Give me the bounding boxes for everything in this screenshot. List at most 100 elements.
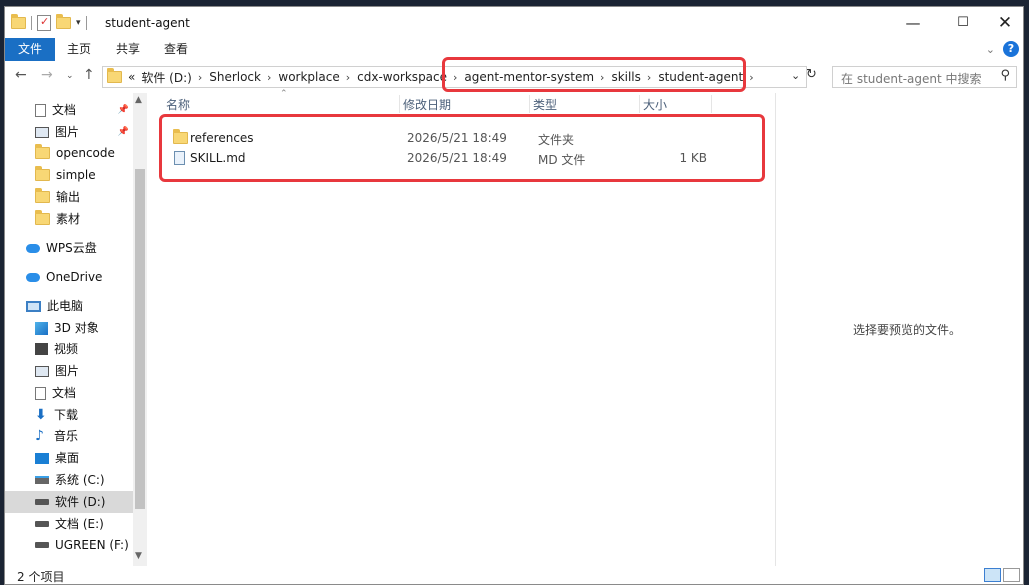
breadcrumb-sherlock[interactable]: Sherlock bbox=[209, 70, 261, 84]
nav-item-drive-f[interactable]: UGREEN (F:) bbox=[5, 534, 133, 556]
nav-item-videos[interactable]: 视频 bbox=[5, 338, 133, 360]
column-divider[interactable] bbox=[711, 95, 712, 113]
column-header-modified[interactable]: 修改日期 bbox=[403, 96, 451, 113]
nav-item-documents[interactable]: 文档 bbox=[5, 382, 133, 404]
ribbon-controls: ⌄ ? bbox=[986, 41, 1019, 57]
scrollbar-thumb[interactable] bbox=[135, 169, 145, 509]
sort-ascending-icon: ⌃ bbox=[280, 89, 288, 99]
3d-objects-icon bbox=[35, 321, 48, 335]
refresh-icon[interactable]: ↻ bbox=[806, 67, 817, 82]
tab-home[interactable]: 主页 bbox=[57, 38, 101, 61]
maximize-button[interactable]: ☐ bbox=[943, 7, 983, 38]
nav-item-label: 输出 bbox=[56, 190, 81, 204]
desktop-icon bbox=[35, 452, 49, 464]
column-divider[interactable] bbox=[639, 95, 640, 113]
nav-item-drive-e[interactable]: 文档 (E:) bbox=[5, 513, 133, 535]
tab-file[interactable]: 文件 bbox=[5, 38, 55, 61]
pin-icon: 📌 bbox=[117, 105, 129, 115]
scroll-down-icon[interactable]: ▼ bbox=[135, 551, 142, 561]
nav-item-label: 视频 bbox=[54, 342, 79, 356]
search-placeholder: 在 student-agent 中搜索 bbox=[841, 72, 982, 86]
folder-icon bbox=[35, 210, 50, 225]
column-divider[interactable] bbox=[529, 95, 530, 113]
column-header-name[interactable]: 名称 bbox=[166, 96, 190, 113]
nav-item-onedrive[interactable]: OneDrive bbox=[5, 266, 133, 288]
forward-arrow-icon[interactable]: → bbox=[41, 67, 53, 83]
column-divider[interactable] bbox=[399, 95, 400, 113]
nav-item-label: 音乐 bbox=[54, 429, 79, 443]
folder-icon bbox=[107, 68, 122, 83]
large-icons-view-icon[interactable] bbox=[1003, 568, 1020, 582]
window-title: student-agent bbox=[105, 16, 190, 30]
address-dropdown-icon[interactable]: ⌄ bbox=[791, 69, 800, 82]
nav-item-desktop[interactable]: 桌面 bbox=[5, 447, 133, 469]
column-header-size[interactable]: 大小 bbox=[643, 96, 667, 113]
drive-icon bbox=[35, 521, 49, 527]
expand-ribbon-icon[interactable]: ⌄ bbox=[986, 43, 995, 56]
status-bar: 2 个项目 bbox=[5, 566, 1023, 584]
breadcrumb-drive[interactable]: 软件 (D:) bbox=[141, 69, 191, 86]
breadcrumb-chevron-icon[interactable]: › bbox=[346, 71, 350, 84]
search-icon[interactable]: ⚲ bbox=[1000, 68, 1010, 83]
folder-icon bbox=[11, 14, 26, 29]
recent-locations-icon[interactable]: ⌄ bbox=[66, 71, 74, 81]
properties-icon[interactable] bbox=[37, 15, 51, 31]
nav-item-this-pc[interactable]: 此电脑 bbox=[5, 295, 133, 317]
nav-item-pictures[interactable]: 图片 bbox=[5, 360, 133, 382]
nav-item-label: simple bbox=[56, 168, 96, 182]
computer-icon bbox=[26, 300, 41, 312]
minimize-button[interactable]: — bbox=[893, 7, 933, 38]
help-icon[interactable]: ? bbox=[1003, 41, 1019, 57]
close-button[interactable]: ✕ bbox=[985, 7, 1023, 38]
new-folder-icon[interactable] bbox=[56, 14, 71, 29]
nav-item-label: 素材 bbox=[56, 212, 81, 226]
nav-item-label: 图片 bbox=[55, 125, 80, 139]
up-arrow-icon[interactable]: ↑ bbox=[83, 67, 95, 83]
breadcrumb-chevron-icon[interactable]: › bbox=[198, 71, 202, 84]
nav-item-drive-d[interactable]: 软件 (D:) bbox=[5, 491, 133, 513]
pictures-icon bbox=[35, 126, 49, 138]
nav-item-assets[interactable]: 素材 bbox=[5, 208, 133, 230]
nav-item-quick-documents[interactable]: 文档 📌 bbox=[5, 99, 133, 121]
explorer-window: ▾ student-agent — ☐ ✕ 文件 主页 共享 查看 ⌄ ? ← … bbox=[4, 6, 1024, 585]
tab-view[interactable]: 查看 bbox=[154, 38, 198, 61]
details-view-icon[interactable] bbox=[984, 568, 1001, 582]
back-arrow-icon[interactable]: ← bbox=[15, 67, 27, 83]
nav-item-music[interactable]: ♪ 音乐 bbox=[5, 425, 133, 447]
document-icon bbox=[35, 386, 46, 400]
nav-item-quick-pictures[interactable]: 图片 📌 bbox=[5, 121, 133, 143]
breadcrumb-cdx-workspace[interactable]: cdx-workspace bbox=[357, 70, 447, 84]
folder-icon bbox=[35, 188, 50, 203]
nav-item-label: 文档 bbox=[52, 103, 77, 117]
nav-item-wps-cloud[interactable]: WPS云盘 bbox=[5, 237, 133, 259]
cloud-icon bbox=[26, 272, 40, 282]
view-switcher bbox=[984, 568, 1020, 582]
breadcrumb-workplace[interactable]: workplace bbox=[278, 70, 339, 84]
nav-item-label: 软件 (D:) bbox=[55, 495, 106, 509]
customize-toolbar-icon[interactable]: ▾ bbox=[76, 18, 81, 28]
column-header-type[interactable]: 类型 bbox=[533, 96, 557, 113]
folder-icon bbox=[35, 166, 50, 181]
nav-item-label: opencode bbox=[56, 146, 115, 160]
nav-item-label: UGREEN (F:) bbox=[55, 538, 129, 552]
nav-item-3d-objects[interactable]: 3D 对象 bbox=[5, 317, 133, 339]
nav-item-simple[interactable]: simple bbox=[5, 164, 133, 186]
nav-item-drive-c[interactable]: 系统 (C:) bbox=[5, 469, 133, 491]
search-input[interactable]: 在 student-agent 中搜索 ⚲ bbox=[832, 66, 1017, 88]
navigation-pane: 文档 📌 图片 📌 opencode simple 输出 素材 WPS云盘 On… bbox=[5, 93, 147, 566]
pin-icon: 📌 bbox=[117, 127, 129, 137]
highlight-box-address bbox=[442, 57, 746, 92]
nav-item-output[interactable]: 输出 bbox=[5, 186, 133, 208]
navigation-scrollbar[interactable]: ▲ ▼ bbox=[133, 93, 147, 566]
cloud-icon bbox=[26, 243, 40, 253]
title-bar: ▾ student-agent — ☐ ✕ bbox=[5, 7, 1023, 38]
breadcrumb-chevron-icon[interactable]: › bbox=[267, 71, 271, 84]
breadcrumb-chevron-icon[interactable]: › bbox=[749, 71, 753, 84]
nav-item-label: 图片 bbox=[55, 364, 80, 378]
nav-item-label: 桌面 bbox=[55, 451, 80, 465]
scroll-up-icon[interactable]: ▲ bbox=[135, 95, 142, 105]
nav-item-opencode[interactable]: opencode bbox=[5, 142, 133, 164]
tab-share[interactable]: 共享 bbox=[106, 38, 150, 61]
breadcrumb-overflow[interactable]: « bbox=[128, 70, 135, 84]
nav-item-downloads[interactable]: ⬇ 下载 bbox=[5, 404, 133, 426]
